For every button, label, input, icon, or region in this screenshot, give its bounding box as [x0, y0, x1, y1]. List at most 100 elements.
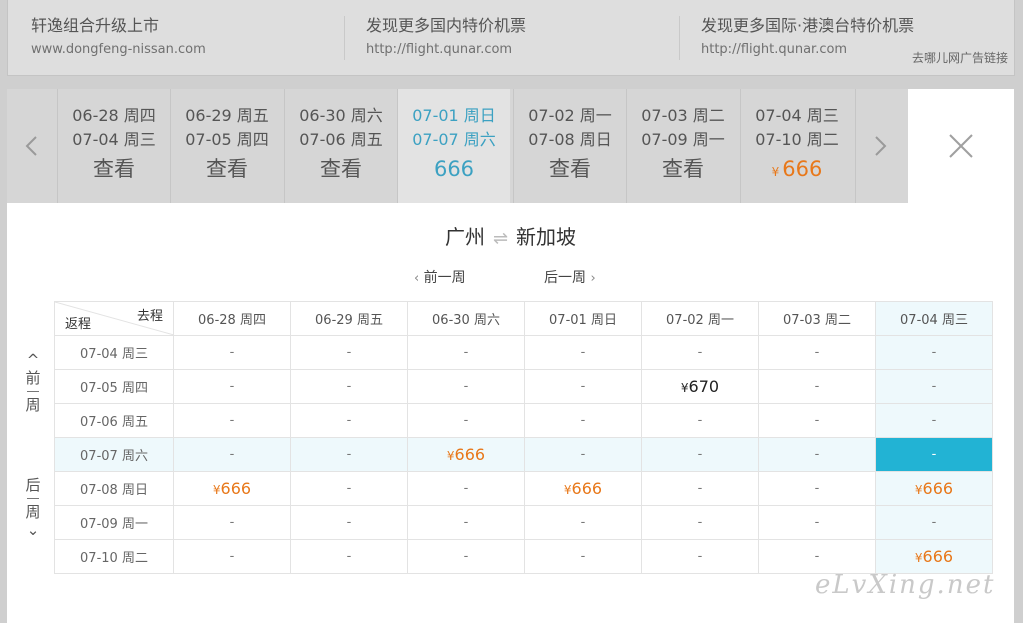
price-cell[interactable]: - — [524, 403, 642, 438]
price-cell[interactable]: - — [641, 539, 759, 574]
price-cell[interactable]: - — [407, 471, 525, 506]
side-prev-week-button[interactable]: ^ 前 周 — [20, 351, 46, 414]
return-date-header: 07-05 周四 — [54, 369, 174, 404]
price-cell[interactable]: - — [875, 505, 993, 540]
date-pair-1[interactable]: 06-28 周四 07-04 周三 查看 — [57, 89, 170, 203]
price-cell[interactable]: - — [758, 403, 876, 438]
price-cell[interactable]: - — [875, 403, 993, 438]
ad-link[interactable]: 去哪儿网广告链接 — [912, 49, 1008, 66]
date-pair-3[interactable]: 06-30 周六 07-06 周五 查看 — [284, 89, 397, 203]
price-cell[interactable]: - — [407, 539, 525, 574]
chevron-up-icon: ^ — [26, 351, 40, 369]
chevron-left-icon[interactable] — [7, 89, 55, 203]
pair-value: 查看 — [206, 157, 248, 181]
side-next-week-button[interactable]: 后 周 ⌄ — [20, 476, 46, 539]
price-cell[interactable]: - — [758, 505, 876, 540]
chevron-left-icon: ‹ — [414, 271, 420, 286]
side-divider — [27, 391, 39, 392]
currency-symbol: ¥ — [212, 483, 221, 497]
price-cell[interactable]: - — [173, 369, 291, 404]
price-cell[interactable]: - — [524, 505, 642, 540]
side-label: 周 — [25, 396, 41, 414]
price-cell[interactable]: ¥666 — [173, 471, 291, 506]
price-cell[interactable]: ¥670 — [641, 369, 759, 404]
ad-item-1[interactable]: 轩逸组合升级上市 www.dongfeng-nissan.com — [31, 14, 206, 60]
currency-symbol: ¥ — [446, 449, 455, 463]
date-pair-4-active[interactable]: 07-01 周日 07-07 周六 666 — [397, 89, 510, 203]
ad-item-3[interactable]: 发现更多国际·港澳台特价机票 http://flight.qunar.com — [701, 14, 914, 60]
price-grid: 去程 返程 06-28 周四 06-29 周五 06-30 周六 07-01 周… — [54, 301, 993, 574]
return-date: 07-06 周五 — [299, 130, 383, 149]
price-cell[interactable]: - — [173, 539, 291, 574]
price-cell[interactable]: - — [290, 403, 408, 438]
price-cell[interactable]: - — [290, 471, 408, 506]
price-cell[interactable]: - — [524, 369, 642, 404]
price-cell[interactable]: - — [758, 437, 876, 472]
date-pair-7[interactable]: 07-04 周三 07-10 周二 ¥666 — [740, 89, 853, 203]
price-cell[interactable]: - — [524, 335, 642, 370]
swap-icon[interactable]: ⇌ — [493, 228, 508, 249]
close-icon[interactable] — [908, 89, 1014, 203]
price-cell[interactable]: - — [173, 403, 291, 438]
price-cell[interactable]: - — [758, 335, 876, 370]
price-cell[interactable]: - — [407, 505, 525, 540]
grid-corner: 去程 返程 — [54, 301, 174, 336]
price-cell[interactable]: - — [524, 437, 642, 472]
price-cell[interactable]: - — [641, 403, 759, 438]
date-pair-5[interactable]: 07-02 周一 07-08 周日 查看 — [513, 89, 626, 203]
price-cell[interactable]: - — [290, 539, 408, 574]
depart-date: 06-30 周六 — [299, 106, 383, 125]
ad-url[interactable]: www.dongfeng-nissan.com — [31, 40, 206, 60]
price-cell[interactable]: - — [641, 437, 759, 472]
next-week-button[interactable]: 后一周 › — [544, 267, 596, 287]
price-cell[interactable]: ¥666 — [875, 539, 993, 574]
price-cell[interactable]: - — [290, 335, 408, 370]
price-cell[interactable]: - — [641, 335, 759, 370]
price-cell[interactable]: - — [758, 369, 876, 404]
price-cell[interactable]: - — [407, 403, 525, 438]
currency-symbol: ¥ — [680, 381, 689, 395]
price-cell[interactable]: - — [875, 369, 993, 404]
price-cell[interactable]: ¥666 — [524, 471, 642, 506]
ad-title[interactable]: 发现更多国内特价机票 — [366, 14, 526, 38]
pair-value: 666 — [433, 157, 475, 181]
pair-value: 查看 — [93, 157, 135, 181]
price-cell[interactable]: - — [641, 505, 759, 540]
depart-date-header: 06-28 周四 — [173, 301, 291, 336]
price-cell[interactable]: - — [407, 335, 525, 370]
price-cell[interactable]: - — [407, 369, 525, 404]
ad-item-2[interactable]: 发现更多国内特价机票 http://flight.qunar.com — [366, 14, 526, 60]
date-pair-6[interactable]: 07-03 周二 07-09 周一 查看 — [626, 89, 739, 203]
price-cell[interactable]: - — [758, 471, 876, 506]
price-cell[interactable]: - — [758, 539, 876, 574]
price-cell[interactable]: - — [173, 437, 291, 472]
pair-value: 查看 — [549, 157, 591, 181]
price-value: 666 — [782, 157, 823, 181]
ad-url[interactable]: http://flight.qunar.com — [701, 40, 914, 60]
price-cell[interactable]: - — [173, 505, 291, 540]
prev-week-button[interactable]: ‹ 前一周 — [414, 267, 466, 287]
price-cell[interactable]: - — [290, 369, 408, 404]
price-cell[interactable]: ¥666 — [407, 437, 525, 472]
price-cell[interactable]: - — [641, 471, 759, 506]
price-cell[interactable]: - — [875, 437, 993, 472]
route-from: 广州 — [444, 225, 485, 249]
price-cell[interactable]: - — [875, 335, 993, 370]
ad-title[interactable]: 轩逸组合升级上市 — [31, 14, 206, 38]
side-divider — [27, 498, 39, 499]
price-cell[interactable]: - — [173, 335, 291, 370]
ad-url[interactable]: http://flight.qunar.com — [366, 40, 526, 60]
ad-divider — [344, 16, 345, 60]
price-cell[interactable]: - — [290, 505, 408, 540]
depart-date: 06-29 周五 — [185, 106, 269, 125]
price-cell[interactable]: - — [290, 437, 408, 472]
price-cell[interactable]: ¥666 — [875, 471, 993, 506]
next-week-label: 后一周 — [544, 270, 586, 286]
side-label: 周 — [25, 503, 41, 521]
ad-title[interactable]: 发现更多国际·港澳台特价机票 — [701, 14, 914, 38]
price-cell[interactable]: - — [524, 539, 642, 574]
table-row: 07-09 周一 - - - - - - - — [54, 505, 993, 540]
chevron-right-icon[interactable] — [857, 89, 905, 203]
date-pair-2[interactable]: 06-29 周五 07-05 周四 查看 — [170, 89, 283, 203]
currency-symbol: ¥ — [771, 165, 780, 179]
